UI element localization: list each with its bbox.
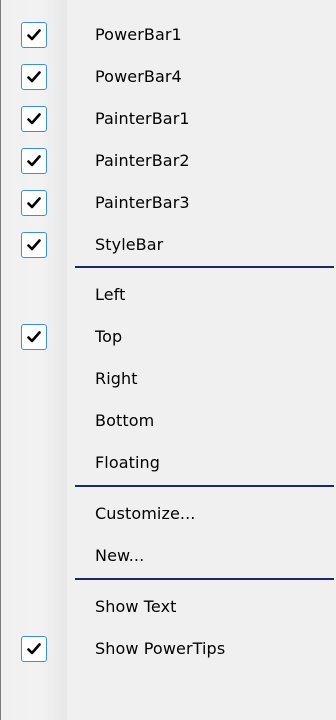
menu-item-top[interactable]: Top [1, 316, 336, 358]
menu-item-label: PainterBar2 [95, 151, 190, 170]
check-box [21, 190, 47, 216]
check-box [21, 324, 47, 350]
menu-item-label: Right [95, 369, 138, 388]
context-menu: PowerBar1 PowerBar4 PainterBar1 PainterB… [0, 0, 336, 720]
check-box [21, 22, 47, 48]
menu-item-label: Bottom [95, 411, 155, 430]
menu-item-label: PainterBar1 [95, 109, 190, 128]
check-box [21, 232, 47, 258]
menu-item-bottom[interactable]: Bottom [1, 400, 336, 442]
checkmark-icon [27, 239, 41, 251]
menu-item-label: StyleBar [95, 235, 164, 254]
menu-item-label: PowerBar1 [95, 25, 182, 44]
menu-item-label: Floating [95, 453, 161, 472]
menu-item-label: Show PowerTips [95, 639, 226, 658]
check-box [21, 636, 47, 662]
menu-item-floating[interactable]: Floating [1, 442, 336, 484]
menu-item-powerbar4[interactable]: PowerBar4 [1, 56, 336, 98]
menu-item-label: Top [95, 327, 123, 346]
menu-item-show-text[interactable]: Show Text [1, 586, 336, 628]
checkmark-icon [27, 331, 41, 343]
checkmark-icon [27, 155, 41, 167]
menu-separator [75, 266, 334, 268]
menu-item-customize[interactable]: Customize... [1, 493, 336, 535]
menu-item-label: New... [95, 546, 145, 565]
menu-item-new[interactable]: New... [1, 535, 336, 577]
menu-item-show-powertips[interactable]: Show PowerTips [1, 628, 336, 670]
menu-item-painterbar3[interactable]: PainterBar3 [1, 182, 336, 224]
menu-separator [75, 578, 334, 580]
menu-item-label: Left [95, 285, 126, 304]
check-box [21, 106, 47, 132]
menu-item-stylebar[interactable]: StyleBar [1, 224, 336, 266]
checkmark-icon [27, 29, 41, 41]
menu-item-painterbar1[interactable]: PainterBar1 [1, 98, 336, 140]
menu-item-powerbar1[interactable]: PowerBar1 [1, 14, 336, 56]
menu-item-label: PowerBar4 [95, 67, 182, 86]
menu-item-right[interactable]: Right [1, 358, 336, 400]
check-box [21, 64, 47, 90]
checkmark-icon [27, 71, 41, 83]
checkmark-icon [27, 197, 41, 209]
menu-separator [75, 485, 334, 487]
checkmark-icon [27, 113, 41, 125]
check-box [21, 148, 47, 174]
menu-item-left[interactable]: Left [1, 274, 336, 316]
menu-item-label: Show Text [95, 597, 177, 616]
checkmark-icon [27, 643, 41, 655]
menu-item-label: Customize... [95, 504, 196, 523]
menu-item-label: PainterBar3 [95, 193, 190, 212]
menu-item-painterbar2[interactable]: PainterBar2 [1, 140, 336, 182]
